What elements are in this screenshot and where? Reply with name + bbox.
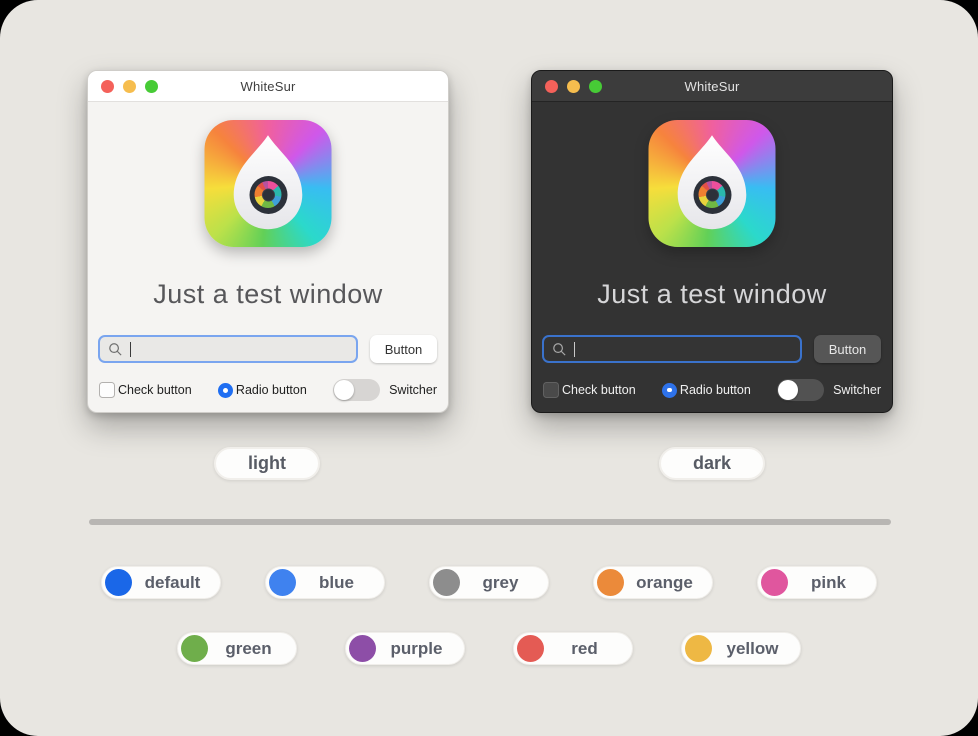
theme-swatch-pink[interactable]: pink — [757, 566, 877, 599]
swatch-color-circle — [349, 635, 376, 662]
theme-swatch-yellow[interactable]: yellow — [681, 632, 801, 665]
titlebar[interactable]: WhiteSur — [88, 71, 448, 102]
swatch-row-2: green purple red yellow — [0, 632, 978, 665]
swatch-color-circle — [597, 569, 624, 596]
theme-swatch-orange[interactable]: orange — [593, 566, 713, 599]
switch-label: Switcher — [389, 383, 437, 397]
checkbox-label: Check button — [118, 383, 192, 397]
swatch-color-circle — [181, 635, 208, 662]
swatch-color-circle — [433, 569, 460, 596]
swatch-label: green — [208, 639, 293, 659]
theme-swatch-default[interactable]: default — [101, 566, 221, 599]
radio-button[interactable] — [218, 383, 233, 398]
checkbox-label: Check button — [562, 383, 636, 397]
radio-label: Radio button — [236, 383, 307, 397]
swatch-color-circle — [105, 569, 132, 596]
swatch-color-circle — [269, 569, 296, 596]
theme-swatch-blue[interactable]: blue — [265, 566, 385, 599]
search-icon — [108, 342, 123, 357]
app-icon — [649, 120, 776, 247]
swatch-label: purple — [376, 639, 461, 659]
radio-button[interactable] — [662, 383, 677, 398]
push-button[interactable]: Button — [370, 335, 437, 363]
caption-light: light — [214, 447, 320, 480]
switch-toggle[interactable] — [333, 379, 380, 401]
text-cursor — [130, 342, 131, 357]
window-title: WhiteSur — [532, 79, 892, 94]
swatch-label: default — [132, 573, 217, 593]
swatch-color-circle — [685, 635, 712, 662]
app-icon — [205, 120, 332, 247]
radio-label: Radio button — [680, 383, 751, 397]
color-wheel-lens-icon — [693, 176, 731, 214]
swatch-label: yellow — [712, 639, 797, 659]
window-title: WhiteSur — [88, 79, 448, 94]
search-entry[interactable] — [542, 335, 802, 363]
window-dark: WhiteSur Just a test window — [531, 70, 893, 413]
swatch-label: grey — [460, 573, 545, 593]
window-heading: Just a test window — [88, 279, 448, 310]
theme-swatch-purple[interactable]: purple — [345, 632, 465, 665]
theme-swatch-grey[interactable]: grey — [429, 566, 549, 599]
swatch-color-circle — [761, 569, 788, 596]
swatch-color-circle — [517, 635, 544, 662]
titlebar[interactable]: WhiteSur — [532, 71, 892, 102]
checkbox[interactable] — [543, 382, 559, 398]
text-cursor — [574, 342, 575, 357]
switch-toggle[interactable] — [777, 379, 824, 401]
swatch-label: blue — [296, 573, 381, 593]
push-button[interactable]: Button — [814, 335, 881, 363]
theme-preview-banner: WhiteSur Just a test window — [0, 0, 978, 736]
divider — [89, 519, 891, 525]
color-wheel-lens-icon — [249, 176, 287, 214]
theme-swatch-red[interactable]: red — [513, 632, 633, 665]
swatch-label: pink — [788, 573, 873, 593]
swatch-label: orange — [624, 573, 709, 593]
switch-label: Switcher — [833, 383, 881, 397]
search-entry[interactable] — [98, 335, 358, 363]
window-light: WhiteSur Just a test window — [87, 70, 449, 413]
window-heading: Just a test window — [532, 279, 892, 310]
swatch-label: red — [544, 639, 629, 659]
search-icon — [552, 342, 567, 357]
checkbox[interactable] — [99, 382, 115, 398]
caption-dark: dark — [659, 447, 765, 480]
theme-swatch-green[interactable]: green — [177, 632, 297, 665]
swatch-row-1: default blue grey orange pink — [0, 566, 978, 599]
